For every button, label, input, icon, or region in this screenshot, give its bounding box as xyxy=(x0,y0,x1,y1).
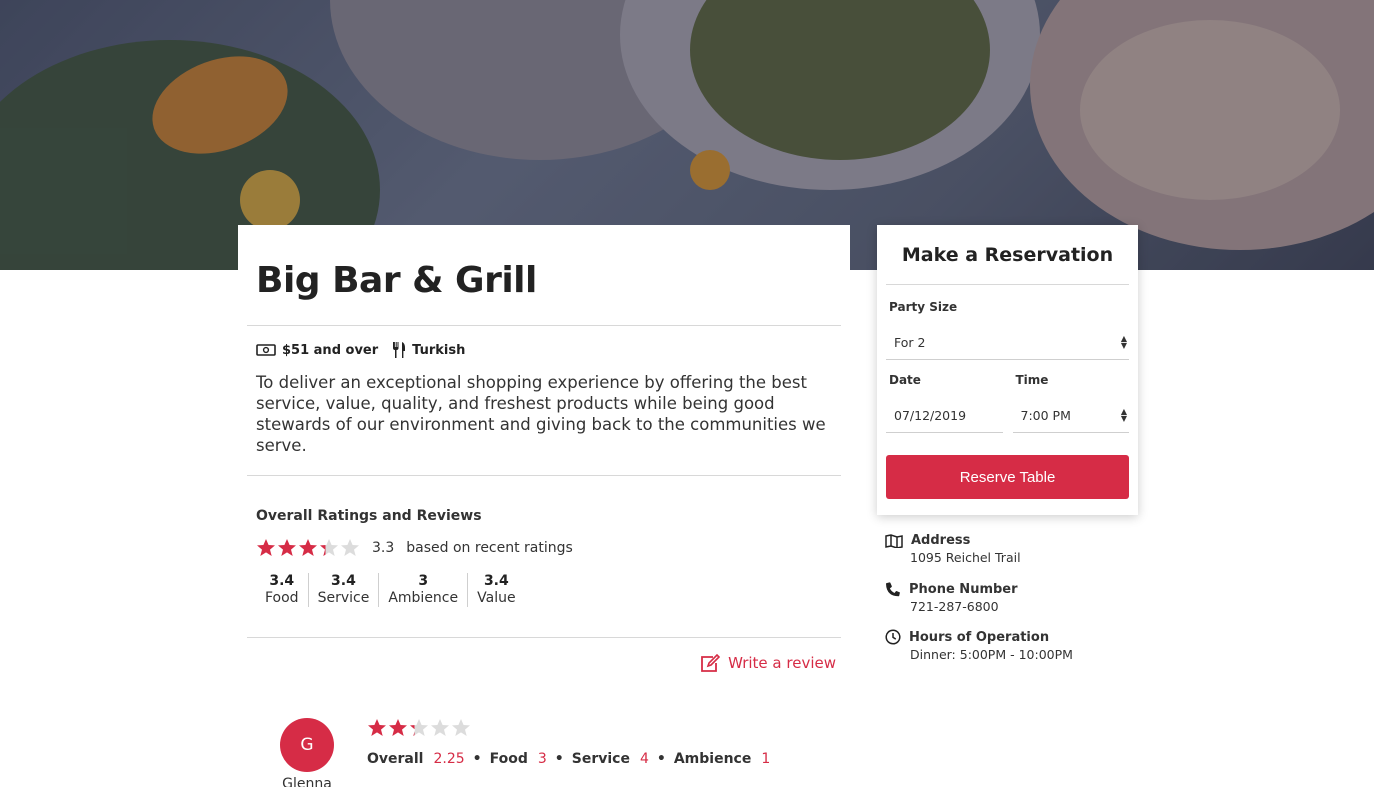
reservation-card: Make a Reservation Party Size For 2 ▲ ▼ D… xyxy=(877,225,1138,515)
sub-ratings: 3.4 Food 3.4 Service 3 Ambience 3.4 Valu… xyxy=(256,573,832,607)
star-icon xyxy=(299,539,317,556)
sub-rating-value: 3 xyxy=(418,573,429,589)
star-icon xyxy=(320,539,338,556)
clock-icon xyxy=(885,629,901,645)
sub-rating-label: Ambience xyxy=(388,590,459,606)
review-ambience-value: 1 xyxy=(761,751,771,767)
star-icon xyxy=(431,719,449,736)
address-label: Address xyxy=(911,533,971,548)
address-info: Address 1095 Reichel Trail xyxy=(885,533,1145,565)
map-icon xyxy=(885,533,903,548)
hours-label: Hours of Operation xyxy=(909,629,1050,645)
party-size-value: For 2 xyxy=(894,335,926,350)
address-heading: Address xyxy=(885,533,1145,548)
review-food-label: Food xyxy=(489,751,528,767)
sub-rating-value: 3.4 xyxy=(483,573,509,589)
date-input[interactable]: 07/12/2019 xyxy=(886,399,1003,433)
reviewer-name: Glenna xyxy=(282,776,332,787)
restaurant-main-card: Big Bar & Grill $51 and over Turkish To … xyxy=(238,225,850,787)
sub-rating-label: Service xyxy=(317,590,370,606)
overall-score-text: based on recent ratings xyxy=(406,539,573,556)
restaurant-name: Big Bar & Grill xyxy=(256,260,537,301)
review-service-value: 4 xyxy=(639,751,649,767)
cuisine-info: Turkish xyxy=(392,342,465,358)
star-icon xyxy=(452,719,470,736)
star-icon xyxy=(389,719,407,736)
reserve-table-button[interactable]: Reserve Table xyxy=(886,455,1129,499)
select-arrows-icon: ▲ ▼ xyxy=(1120,334,1127,350)
phone-info: Phone Number 721-287-6800 xyxy=(885,581,1145,614)
phone-icon xyxy=(886,582,900,597)
separator: • xyxy=(656,751,666,767)
time-select[interactable]: 7:00 PM ▲ ▼ xyxy=(1012,399,1129,433)
review-food-value: 3 xyxy=(537,751,547,767)
review-scores: Overall 2.25 • Food 3 • Service 4 • Ambi… xyxy=(367,751,770,767)
avatar: G xyxy=(280,718,334,772)
time-column: Time 7:00 PM ▲ ▼ xyxy=(1012,373,1129,433)
restaurant-meta: $51 and over Turkish xyxy=(247,326,841,358)
separator: • xyxy=(554,751,564,767)
date-value: 07/12/2019 xyxy=(894,408,967,423)
phone-heading: Phone Number xyxy=(885,581,1145,597)
phone-label: Phone Number xyxy=(909,581,1018,597)
price-info: $51 and over xyxy=(256,343,378,358)
date-time-row: Date 07/12/2019 Time 7:00 PM ▲ ▼ xyxy=(886,373,1129,433)
review-service-label: Service xyxy=(571,751,630,767)
phone-value: 721-287-6800 xyxy=(910,599,999,614)
star-icon xyxy=(278,539,296,556)
write-review-label[interactable]: Write a review xyxy=(728,654,836,672)
select-arrows-icon: ▲ ▼ xyxy=(1120,407,1127,423)
star-icon xyxy=(368,719,386,736)
party-size-label: Party Size xyxy=(889,300,958,314)
hours-heading: Hours of Operation xyxy=(885,629,1145,645)
review-ambience-label: Ambience xyxy=(673,751,752,767)
sub-rating-value: 3.4 xyxy=(331,573,356,589)
sub-rating-ambience: 3 Ambience xyxy=(378,573,467,607)
review-item: G Glenna Overall 2.25 • Food 3 • Service… xyxy=(238,718,850,787)
sub-rating-label: Food xyxy=(265,590,299,606)
overall-stars xyxy=(256,538,360,557)
date-label: Date xyxy=(889,373,921,387)
cuisine-label: Turkish xyxy=(412,342,466,358)
ratings-heading: Overall Ratings and Reviews xyxy=(256,508,482,524)
star-icon xyxy=(257,539,275,556)
edit-icon xyxy=(701,654,721,672)
review-stars xyxy=(367,718,471,737)
review-overall-value: 2.25 xyxy=(433,751,465,767)
overall-score: 3.3 xyxy=(372,539,395,556)
sub-rating-label: Value xyxy=(477,590,516,606)
star-icon xyxy=(341,539,359,556)
price-label: $51 and over xyxy=(282,342,379,358)
time-label: Time xyxy=(1015,373,1049,387)
star-icon xyxy=(410,719,428,736)
sub-rating-value-category: 3.4 Value xyxy=(467,573,524,607)
sub-rating-food: 3.4 Food xyxy=(256,573,308,607)
reservation-title: Make a Reservation xyxy=(886,225,1129,285)
sub-rating-value: 3.4 xyxy=(269,573,295,589)
party-size-select[interactable]: For 2 ▲ ▼ xyxy=(886,326,1129,360)
utensils-icon xyxy=(393,342,406,358)
hours-info: Hours of Operation Dinner: 5:00PM - 10:0… xyxy=(885,629,1145,662)
money-icon xyxy=(256,344,276,356)
overall-rating-row: 3.3 based on recent ratings xyxy=(256,538,832,557)
restaurant-description: To deliver an exceptional shopping exper… xyxy=(256,373,826,455)
separator: • xyxy=(472,751,482,767)
time-value: 7:00 PM xyxy=(1020,408,1071,423)
review-overall-label: Overall xyxy=(367,751,424,767)
write-review-link[interactable]: Write a review xyxy=(247,638,841,672)
hours-value: Dinner: 5:00PM - 10:00PM xyxy=(910,647,1073,662)
address-value: 1095 Reichel Trail xyxy=(910,550,1021,565)
ratings-section: Overall Ratings and Reviews 3.3 based on… xyxy=(247,476,841,637)
sub-rating-service: 3.4 Service xyxy=(307,573,379,607)
date-column: Date 07/12/2019 xyxy=(886,373,1003,433)
